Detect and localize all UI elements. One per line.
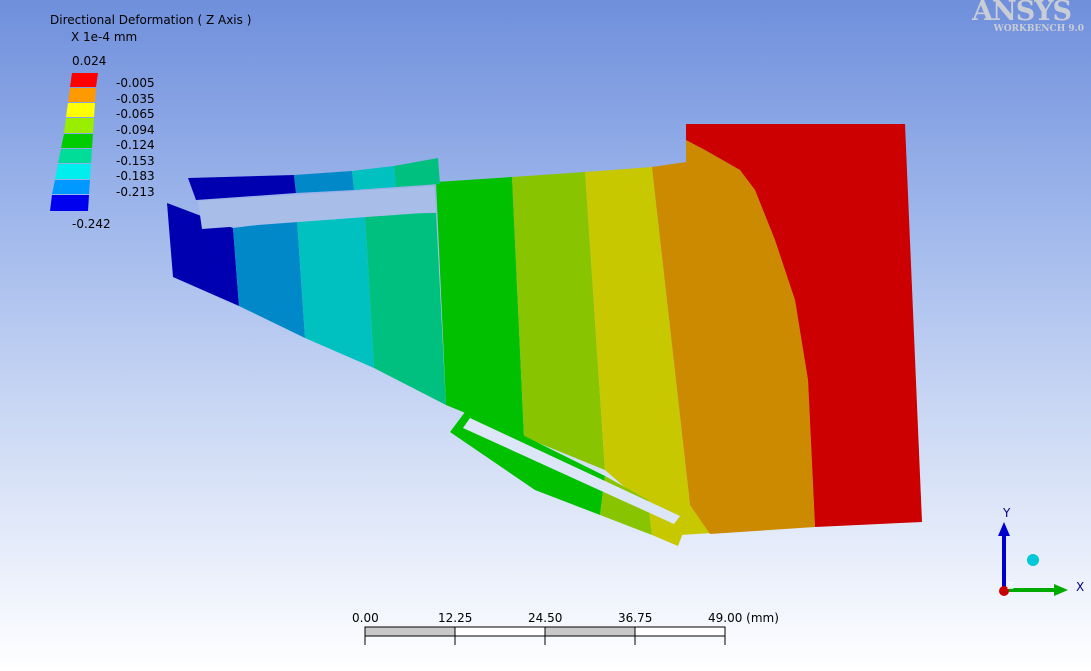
coordinate-triad[interactable]: Y X Z — [990, 500, 1091, 600]
x-axis-arrow — [1054, 584, 1068, 596]
contour-band-blue — [233, 220, 305, 338]
scale-seg-4 — [634, 626, 726, 637]
scale-tick-label: 36.75 — [618, 611, 653, 625]
scale-tick-label: 0.00 — [352, 611, 379, 625]
contour-band-teal — [365, 213, 446, 405]
scale-tick-label: 12.25 — [438, 611, 473, 625]
upper-arm-teal — [394, 158, 440, 187]
upper-arm-cyan — [352, 166, 396, 190]
y-axis-label: Y — [1002, 506, 1011, 520]
x-axis-label: X — [1076, 580, 1084, 594]
scale-tick-label: 49.00 (mm) — [708, 611, 779, 625]
y-axis-arrow — [998, 522, 1010, 536]
deformation-contour-model[interactable] — [0, 0, 1091, 671]
upper-arm-blue — [294, 171, 354, 193]
scale-seg-1 — [364, 626, 456, 637]
scale-tick-label: 24.50 — [528, 611, 563, 625]
contour-band-cyan — [297, 214, 374, 368]
scale-seg-3 — [544, 626, 636, 637]
scale-seg-2 — [454, 626, 546, 637]
z-axis-label: Z — [1007, 581, 1014, 592]
contour-band-green — [436, 177, 524, 437]
iso-view-ball — [1027, 554, 1039, 566]
